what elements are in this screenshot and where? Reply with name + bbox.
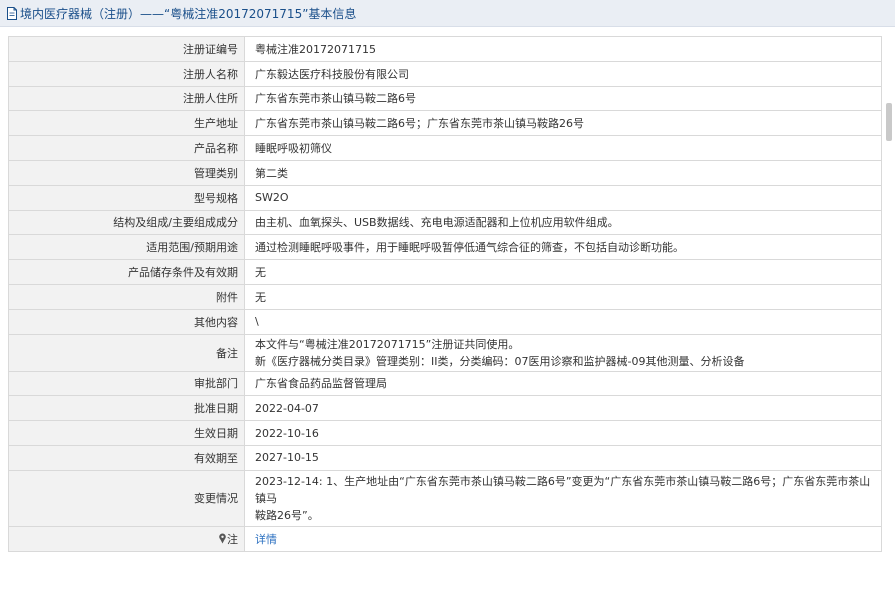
table-row: 生效日期 2022-10-16 (8, 420, 882, 446)
remark-line: 新《医疗器械分类目录》管理类别：II类，分类编码：07医用诊察和监护器械-09其… (255, 354, 745, 368)
remark-line: 本文件与“粤械注准20172071715”注册证共同使用。 (255, 337, 520, 351)
page-title: 境内医疗器械（注册）——“粤械注准20172071715”基本信息 (20, 6, 357, 21)
row-label: 批准日期 (8, 395, 245, 422)
note-label-cell: 注 (8, 525, 245, 552)
document-icon (7, 6, 17, 20)
row-label: 生产地址 (8, 110, 245, 137)
row-value: 由主机、血氧探头、USB数据线、充电电源适配器和上位机应用软件组成。 (244, 209, 882, 236)
table-row: 附件无 (8, 283, 882, 310)
scrollbar-thumb[interactable] (886, 103, 892, 141)
change-label: 变更情况 (8, 469, 245, 527)
row-label: 结构及组成/主要组成成分 (8, 209, 245, 236)
info-table: 注册证编号 粤械注准20172071715 注册人名称 广东毅达医疗科技股份有限公司… (8, 36, 882, 552)
table-row: 审批部门 广东省食品药品监督管理局 (8, 370, 882, 397)
table-row: 注册人名称 广东毅达医疗科技股份有限公司 (8, 60, 882, 87)
row-value: SW2O (244, 184, 882, 211)
row-value: \ (244, 308, 882, 335)
row-label: 其他内容 (8, 308, 245, 335)
remark-value: 本文件与“粤械注准20172071715”注册证共同使用。 新《医疗器械分类目录… (244, 333, 882, 372)
change-line: 鞍路26号”。 (255, 508, 319, 522)
row-value: 第二类 (244, 159, 882, 186)
row-label: 注册证编号 (8, 36, 245, 62)
remark-label: 备注 (8, 333, 245, 372)
table-row: 产品储存条件及有效期无 (8, 259, 882, 285)
table-row: 结构及组成/主要组成成分 由主机、血氧探头、USB数据线、充电电源适配器和上位机应… (8, 209, 882, 236)
table-row-note: 注 详情 (8, 525, 882, 552)
row-label: 注册人名称 (8, 60, 245, 87)
row-value: 广东毅达医疗科技股份有限公司 (244, 60, 882, 87)
row-label: 附件 (8, 283, 245, 310)
change-value: 2023-12-14: 1、生产地址由“广东省东莞市茶山镇马鞍二路6号”变更为“… (244, 469, 882, 527)
row-value: 广东省东莞市茶山镇马鞍二路6号；广东省东莞市茶山镇马鞍路26号 (244, 110, 882, 137)
table-row: 适用范围/预期用途 通过检测睡眠呼吸事件，用于睡眠呼吸暂停低通气综合征的筛查，不包… (8, 234, 882, 261)
table-row: 其他内容 \ (8, 308, 882, 335)
row-label: 产品名称 (8, 135, 245, 161)
table-row: 注册证编号 粤械注准20172071715 (8, 36, 882, 62)
table-row: 生产地址 广东省东莞市茶山镇马鞍二路6号；广东省东莞市茶山镇马鞍路26号 (8, 110, 882, 137)
row-label: 适用范围/预期用途 (8, 234, 245, 261)
row-value: 粤械注准20172071715 (244, 36, 882, 62)
details-link[interactable]: 详情 (255, 533, 277, 546)
table-row: 型号规格 SW2O (8, 184, 882, 211)
change-line: 2023-12-14: 1、生产地址由“广东省东莞市茶山镇马鞍二路6号”变更为“… (255, 474, 871, 505)
row-label: 审批部门 (8, 370, 245, 397)
row-value: 无 (244, 259, 882, 285)
row-value: 通过检测睡眠呼吸事件，用于睡眠呼吸暂停低通气综合征的筛查，不包括自动诊断功能。 (244, 234, 882, 261)
row-value: 广东省食品药品监督管理局 (244, 370, 882, 397)
table-row: 注册人住所 广东省东莞市茶山镇马鞍二路6号 (8, 85, 882, 112)
row-value: 睡眠呼吸初筛仪 (244, 135, 882, 161)
row-label: 注册人住所 (8, 85, 245, 112)
row-label: 有效期至 (8, 444, 245, 471)
table-row: 批准日期 2022-04-07 (8, 395, 882, 422)
row-value: 2022-10-16 (244, 420, 882, 446)
note-value: 详情 (244, 525, 882, 552)
table-row-change: 变更情况 2023-12-14: 1、生产地址由“广东省东莞市茶山镇马鞍二路6号… (8, 469, 882, 527)
table-row: 产品名称 睡眠呼吸初筛仪 (8, 135, 882, 161)
row-value: 2022-04-07 (244, 395, 882, 422)
row-value: 无 (244, 283, 882, 310)
row-value: 广东省东莞市茶山镇马鞍二路6号 (244, 85, 882, 112)
note-label: 注 (227, 532, 238, 546)
page-header: 境内医疗器械（注册）——“粤械注准20172071715”基本信息 (0, 0, 895, 27)
row-label: 型号规格 (8, 184, 245, 211)
table-row: 有效期至 2027-10-15 (8, 444, 882, 471)
row-value: 2027-10-15 (244, 444, 882, 471)
table-row: 管理类别 第二类 (8, 159, 882, 186)
pin-icon (219, 533, 226, 544)
row-label: 生效日期 (8, 420, 245, 446)
table-row-remark: 备注 本文件与“粤械注准20172071715”注册证共同使用。 新《医疗器械分… (8, 333, 882, 372)
info-table-container: 注册证编号 粤械注准20172071715 注册人名称 广东毅达医疗科技股份有限公司… (8, 36, 882, 552)
row-label: 管理类别 (8, 159, 245, 186)
row-label: 产品储存条件及有效期 (8, 259, 245, 285)
